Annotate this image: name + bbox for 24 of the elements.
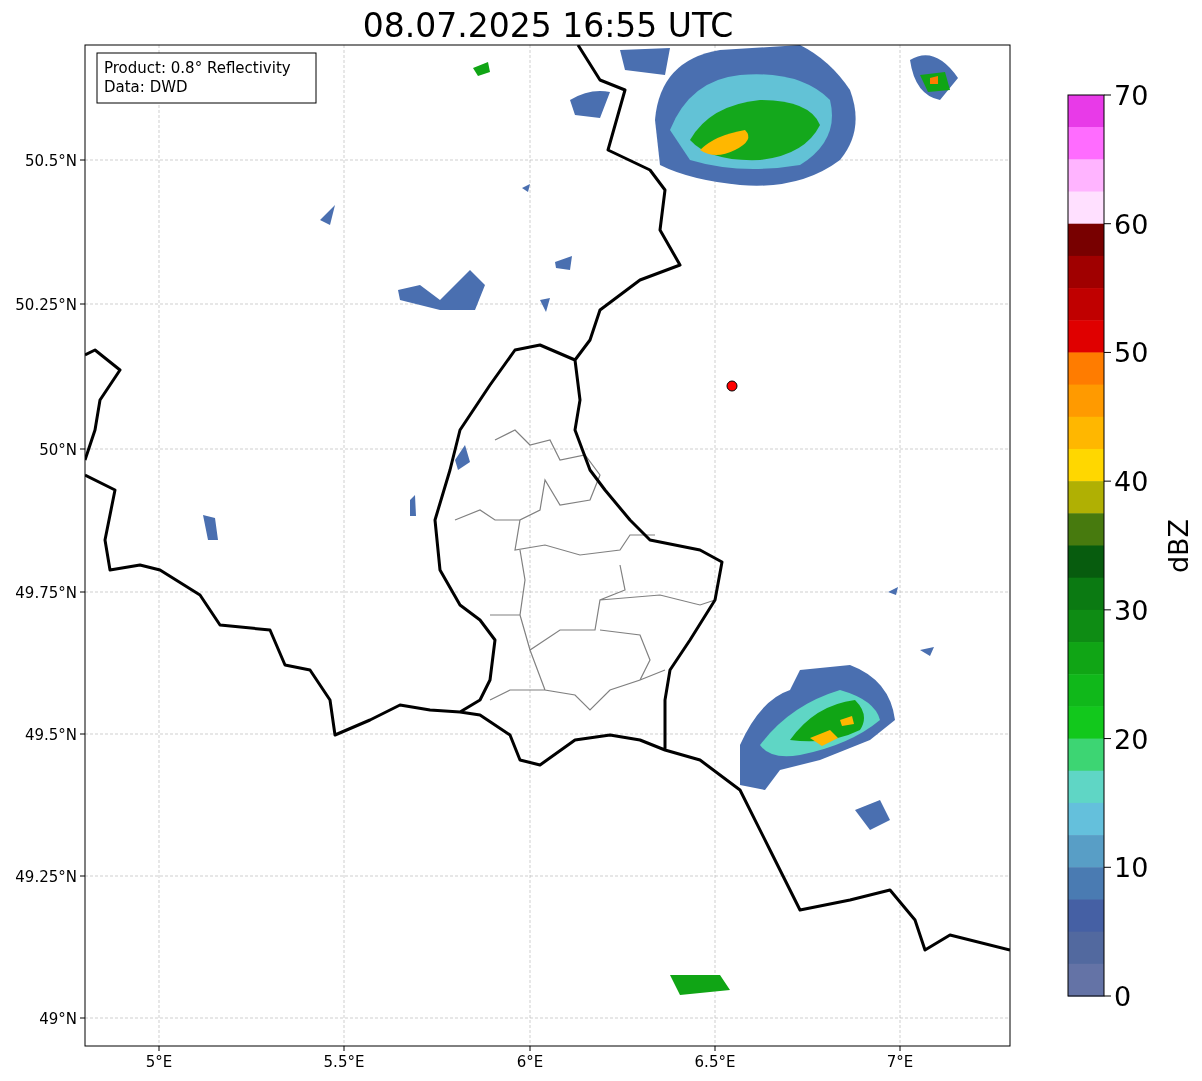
colorbar-tick-label: 40 [1114, 466, 1149, 498]
x-tick-label: 5°E [145, 1053, 173, 1071]
x-tick-label: 5.5°E [323, 1053, 365, 1071]
y-tick-label: 50.5°N [24, 152, 77, 170]
colorbar-tick-label: 0 [1114, 981, 1132, 1012]
colorbar-tick-label: 60 [1114, 208, 1149, 240]
info-text: Data: DWD [104, 78, 188, 96]
colorbar-tick-label: 30 [1114, 594, 1149, 626]
x-tick-label: 6°E [516, 1053, 544, 1071]
y-tick-label: 49.75°N [15, 584, 77, 602]
colorbar-tick-label: 50 [1114, 337, 1149, 369]
y-tick-label: 49°N [39, 1010, 77, 1028]
y-tick-label: 50.25°N [15, 296, 77, 314]
colorbar-tick-label: 70 [1114, 80, 1149, 111]
chart-title: 08.07.2025 16:55 UTC [362, 6, 734, 45]
colorbar-label: dBZ [1163, 518, 1194, 574]
x-tick-label: 6.5°E [694, 1053, 736, 1071]
colorbar-tick-label: 20 [1114, 723, 1149, 755]
y-tick-label: 50°N [39, 441, 77, 459]
y-tick-label: 49.5°N [24, 726, 77, 744]
x-tick-label: 7°E [886, 1053, 914, 1071]
info-text: Product: 0.8° Reflectivity [104, 59, 291, 77]
colorbar-tick-label: 10 [1114, 852, 1149, 884]
y-tick-label: 49.25°N [15, 868, 77, 886]
